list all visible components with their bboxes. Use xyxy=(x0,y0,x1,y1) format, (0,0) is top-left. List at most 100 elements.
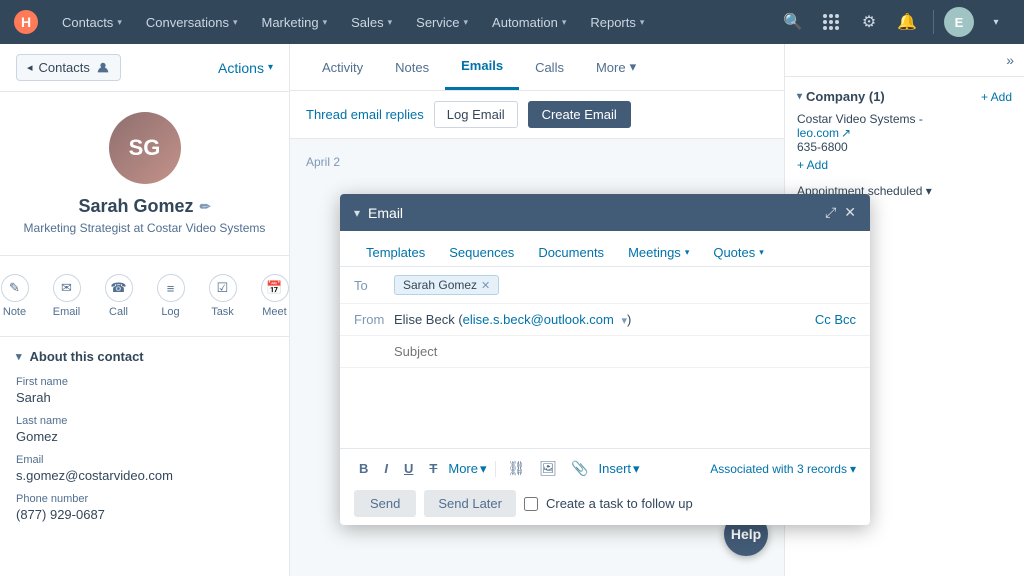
email-button[interactable]: ✉ Email xyxy=(43,268,91,324)
more-formatting-button[interactable]: More ▾ xyxy=(448,461,486,477)
first-name-label: First name xyxy=(16,376,273,388)
top-nav: H Contacts ▾ Conversations ▾ Marketing ▾… xyxy=(0,0,1024,44)
meet-icon: 📅 xyxy=(261,274,289,302)
task-icon: ☑ xyxy=(209,274,237,302)
remove-recipient-icon[interactable]: ✕ xyxy=(481,279,490,292)
bold-button[interactable]: B xyxy=(354,457,373,480)
nav-item-marketing[interactable]: Marketing ▾ xyxy=(251,11,337,34)
tab-notes[interactable]: Notes xyxy=(379,46,445,89)
associated-records-button[interactable]: Associated with 3 records ▾ xyxy=(710,462,856,476)
actions-chevron-icon: ▾ xyxy=(268,62,273,73)
call-button[interactable]: ☎ Call xyxy=(95,268,143,324)
from-email: elise.s.beck@outlook.com xyxy=(463,312,614,327)
nav-item-contacts[interactable]: Contacts ▾ xyxy=(52,11,132,34)
modal-tab-documents[interactable]: Documents xyxy=(526,239,616,266)
toolbar-divider-1 xyxy=(495,461,496,477)
log-email-button[interactable]: Log Email xyxy=(434,101,518,128)
email-label: Email xyxy=(53,306,81,318)
email-label: Email xyxy=(16,454,273,466)
modal-tab-quotes[interactable]: Quotes ▾ xyxy=(701,239,775,266)
account-chevron[interactable]: ▾ xyxy=(980,6,1012,38)
contacts-person-icon xyxy=(96,61,110,75)
modal-collapse-icon[interactable]: ▾ xyxy=(354,206,360,220)
underline-button[interactable]: U xyxy=(399,457,418,480)
nav-item-service[interactable]: Service ▾ xyxy=(406,11,478,34)
meet-button[interactable]: 📅 Meet xyxy=(251,268,291,324)
nav-item-reports[interactable]: Reports ▾ xyxy=(580,11,654,34)
company-header: ▾ Company (1) + Add xyxy=(797,89,1012,104)
profile-avatar: SG xyxy=(109,112,181,184)
note-label: Note xyxy=(3,306,26,318)
note-button[interactable]: ✎ Note xyxy=(0,268,39,324)
send-button[interactable]: Send xyxy=(354,490,416,517)
contacts-back-button[interactable]: ◂ Contacts xyxy=(16,54,121,81)
notifications-icon[interactable]: 🔔 xyxy=(891,6,923,38)
settings-icon[interactable]: ⚙ xyxy=(853,6,885,38)
tab-activity[interactable]: Activity xyxy=(306,46,379,89)
modal-close-icon[interactable]: ✕ xyxy=(844,204,856,221)
log-button[interactable]: ≡ Log xyxy=(147,268,195,324)
grid-icon[interactable] xyxy=(815,6,847,38)
last-name-label: Last name xyxy=(16,415,273,427)
from-field: From Elise Beck (elise.s.beck@outlook.co… xyxy=(340,304,870,336)
nav-item-conversations[interactable]: Conversations ▾ xyxy=(136,11,248,34)
email-toolbar: Thread email replies Log Email Create Em… xyxy=(290,91,784,139)
tab-calls[interactable]: Calls xyxy=(519,46,580,89)
from-chevron-icon: ▾ xyxy=(622,315,628,327)
tab-emails[interactable]: Emails xyxy=(445,44,519,90)
cc-bcc-toggle[interactable]: Cc Bcc xyxy=(815,312,856,327)
from-label: From xyxy=(354,312,394,327)
nav-item-automation[interactable]: Automation ▾ xyxy=(482,11,576,34)
attachment-icon[interactable]: 📎 xyxy=(567,458,592,479)
modal-header: ▾ Email ⤢ ✕ xyxy=(340,194,870,231)
company-website[interactable]: leo.com ↗ xyxy=(797,126,1012,140)
link-icon[interactable]: ⛓ xyxy=(504,458,530,479)
edit-name-icon[interactable]: ✏ xyxy=(200,199,211,215)
user-avatar[interactable]: E xyxy=(944,7,974,37)
field-first-name: First name Sarah xyxy=(16,376,273,405)
avatar-initials: SG xyxy=(129,135,161,161)
insert-chevron-icon: ▾ xyxy=(633,461,640,477)
strikethrough-button[interactable]: T xyxy=(424,457,442,480)
modal-expand-icon[interactable]: ⤢ xyxy=(825,204,836,221)
thread-email-link[interactable]: Thread email replies xyxy=(306,107,424,122)
nav-item-sales[interactable]: Sales ▾ xyxy=(341,11,402,34)
image-icon[interactable]: 🖼 xyxy=(535,458,561,479)
hubspot-logo[interactable]: H xyxy=(12,8,40,36)
about-chevron-icon: ▾ xyxy=(16,350,22,363)
field-last-name: Last name Gomez xyxy=(16,415,273,444)
create-task-checkbox[interactable] xyxy=(524,497,538,511)
company-add-link[interactable]: + Add xyxy=(981,90,1012,104)
nav-chevron-marketing: ▾ xyxy=(323,17,328,28)
more-chevron-icon: ▾ xyxy=(630,59,637,75)
actions-button[interactable]: Actions ▾ xyxy=(218,60,273,76)
email-body[interactable] xyxy=(340,368,870,448)
about-header[interactable]: ▾ About this contact xyxy=(16,349,273,364)
tab-more[interactable]: More ▾ xyxy=(580,45,652,89)
company-name: Costar Video Systems - xyxy=(797,112,1012,126)
company-phone: 635-6800 xyxy=(797,140,1012,154)
email-icon: ✉ xyxy=(53,274,81,302)
insert-button[interactable]: Insert ▾ xyxy=(599,461,640,477)
company-chevron-icon: ▾ xyxy=(797,91,802,102)
to-field-content: Sarah Gomez ✕ xyxy=(394,275,856,295)
sidebar-header: ◂ Contacts Actions ▾ xyxy=(0,44,289,92)
nav-chevron-reports: ▾ xyxy=(640,17,645,28)
recipient-name: Sarah Gomez xyxy=(403,278,477,292)
call-label: Call xyxy=(109,306,128,318)
task-label: Task xyxy=(211,306,234,318)
collapse-sidebar-icon[interactable]: » xyxy=(1006,52,1014,68)
modal-tab-meetings[interactable]: Meetings ▾ xyxy=(616,239,701,266)
create-email-button[interactable]: Create Email xyxy=(528,101,631,128)
formatting-toolbar: B I U T More ▾ ⛓ 🖼 📎 Insert xyxy=(354,457,856,480)
italic-button[interactable]: I xyxy=(379,457,393,480)
task-button[interactable]: ☑ Task xyxy=(199,268,247,324)
modal-header-actions: ⤢ ✕ xyxy=(825,204,856,221)
meetings-chevron-icon: ▾ xyxy=(685,247,690,258)
subject-input[interactable] xyxy=(394,344,856,359)
search-icon[interactable]: 🔍 xyxy=(777,6,809,38)
send-later-button[interactable]: Send Later xyxy=(424,490,516,517)
company-add-section[interactable]: + Add xyxy=(797,154,1012,176)
modal-tab-sequences[interactable]: Sequences xyxy=(437,239,526,266)
modal-tab-templates[interactable]: Templates xyxy=(354,239,437,266)
